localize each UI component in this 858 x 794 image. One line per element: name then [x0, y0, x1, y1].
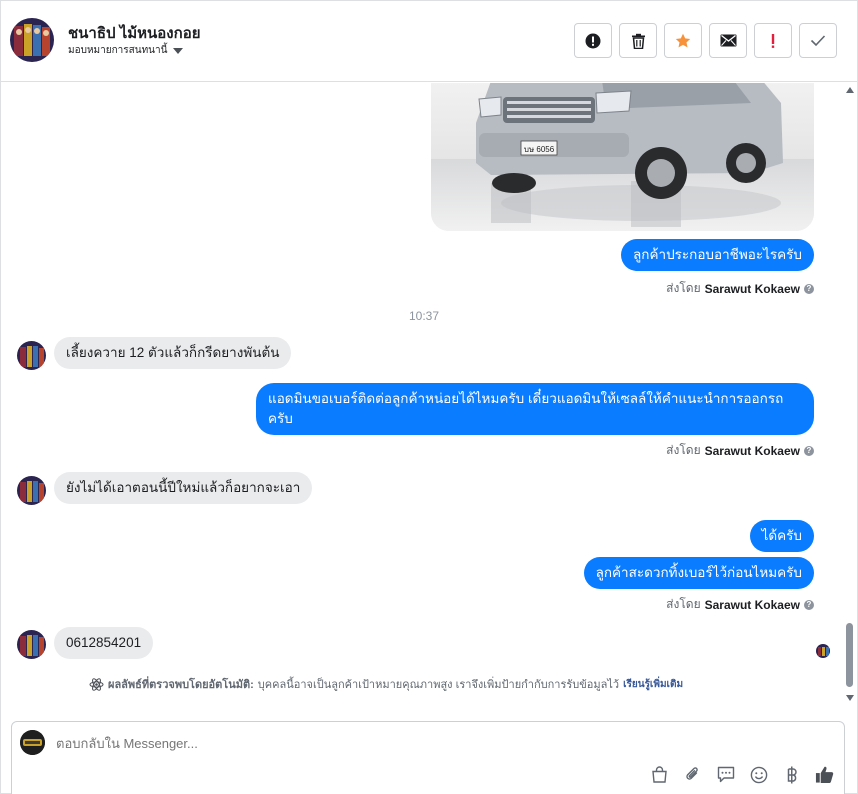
message-bubble-incoming[interactable]: 0612854201 [54, 627, 154, 659]
scrollbar-thumb[interactable] [846, 623, 853, 687]
baht-icon[interactable] [782, 765, 801, 784]
delete-button[interactable] [619, 23, 657, 58]
message-bubble-outgoing[interactable]: แอดมินขอเบอร์ติดต่อลูกค้าหน่อยได้ไหมครับ… [256, 383, 814, 435]
assign-label: มอบหมายการสนทนานี้ [68, 45, 168, 56]
composer-tools [650, 765, 834, 784]
shared-car-photo[interactable]: บษ 6056 [431, 83, 814, 231]
license-plate: บษ 6056 [524, 145, 555, 154]
emoji-icon[interactable] [749, 765, 768, 784]
auto-detected-result: ผลลัพธ์ที่ตรวจพบโดยอัตโนมัติ: บุคคลนี้อา… [89, 675, 683, 693]
contact-avatar-small[interactable] [17, 630, 46, 659]
contact-avatar[interactable] [10, 18, 54, 62]
envelope-icon [720, 34, 736, 47]
done-button[interactable] [799, 23, 837, 58]
saved-reply-icon[interactable] [716, 765, 735, 784]
contact-avatar-small[interactable] [17, 476, 46, 505]
learn-more-link[interactable]: เรียนรู้เพิ่มเติม [623, 677, 683, 692]
reply-composer [11, 721, 845, 794]
sent-by-prefix: ส่งโดย [666, 443, 701, 457]
message-timestamp: 10:37 [408, 309, 440, 323]
sent-by-prefix: ส่งโดย [666, 597, 701, 611]
auto-detected-text: บุคคลนี้อาจเป็นลูกค้าเป้าหมายคุณภาพสูง เ… [257, 679, 620, 691]
sent-by-prefix: ส่งโดย [666, 281, 701, 295]
conversation-header: ชนาธิป ไม้หนองกอย มอบหมายการสนทนานี้ [1, 1, 857, 82]
thumbs-up-icon[interactable] [815, 765, 834, 784]
help-icon[interactable]: ? [804, 599, 814, 610]
trash-icon [631, 33, 645, 49]
scroll-up-arrow-icon[interactable] [846, 87, 854, 93]
message-bubble-outgoing[interactable]: ลูกค้าสะดวกทิ้งเบอร์ไว้ก่อนไหมครับ [583, 557, 814, 589]
shopping-bag-icon[interactable] [650, 765, 669, 784]
message-bubble-incoming[interactable]: ยังไม่ได้เอาตอนนี้ปีใหม่แล้วก็อยากจะเอา [54, 472, 313, 504]
sent-by-name: Sarawut Kokaew [704, 597, 800, 612]
auto-detected-title: ผลลัพธ์ที่ตรวจพบโดยอัตโนมัติ: [108, 679, 254, 691]
caret-down-icon [173, 47, 184, 54]
message-list[interactable]: บษ 6056 ลูกค้าประกอบอาชีพอะไรครับ ส่งโดย… [1, 83, 843, 707]
sent-by-label: ส่งโดย Sarawut Kokaew ? [666, 279, 814, 298]
report-button[interactable] [574, 23, 612, 58]
conversation-panel: ชนาธิป ไม้หนองกอย มอบหมายการสนทนานี้ บษ … [0, 0, 858, 794]
help-icon[interactable]: ? [804, 445, 814, 456]
exclamation-icon [771, 33, 775, 48]
contact-avatar-small[interactable] [17, 341, 46, 370]
page-avatar [20, 730, 45, 755]
sent-by-label: ส่งโดย Sarawut Kokaew ? [666, 441, 814, 460]
help-icon[interactable]: ? [804, 283, 814, 294]
mark-unread-button[interactable] [709, 23, 747, 58]
alert-circle-icon [585, 33, 601, 48]
assign-conversation-dropdown[interactable]: มอบหมายการสนทนานี้ [68, 43, 184, 58]
message-line: ครับ [268, 411, 293, 426]
star-icon [675, 33, 691, 47]
message-bubble-outgoing[interactable]: ได้ครับ [749, 520, 814, 552]
conversation-actions [574, 23, 837, 58]
contact-name[interactable]: ชนาธิป ไม้หนองกอย [68, 21, 201, 45]
atom-icon [89, 677, 104, 691]
star-button[interactable] [664, 23, 702, 58]
scroll-down-arrow-icon[interactable] [846, 695, 854, 701]
message-bubble-outgoing[interactable]: ลูกค้าประกอบอาชีพอะไรครับ [621, 239, 814, 271]
message-line: แอดมินขอเบอร์ติดต่อลูกค้าหน่อยได้ไหมครับ… [268, 391, 784, 406]
check-icon [810, 35, 826, 47]
reply-input[interactable] [56, 736, 756, 751]
message-bubble-incoming[interactable]: เลี้ยงควาย 12 ตัวแล้วก็กรีดยางพันต้น [54, 337, 292, 369]
seen-indicator-avatar [816, 644, 830, 658]
paperclip-icon[interactable] [683, 765, 702, 784]
sent-by-name: Sarawut Kokaew [704, 443, 800, 458]
sent-by-name: Sarawut Kokaew [704, 281, 800, 296]
important-button[interactable] [754, 23, 792, 58]
message-scrollbar[interactable] [843, 83, 857, 707]
sent-by-label: ส่งโดย Sarawut Kokaew ? [666, 595, 814, 614]
